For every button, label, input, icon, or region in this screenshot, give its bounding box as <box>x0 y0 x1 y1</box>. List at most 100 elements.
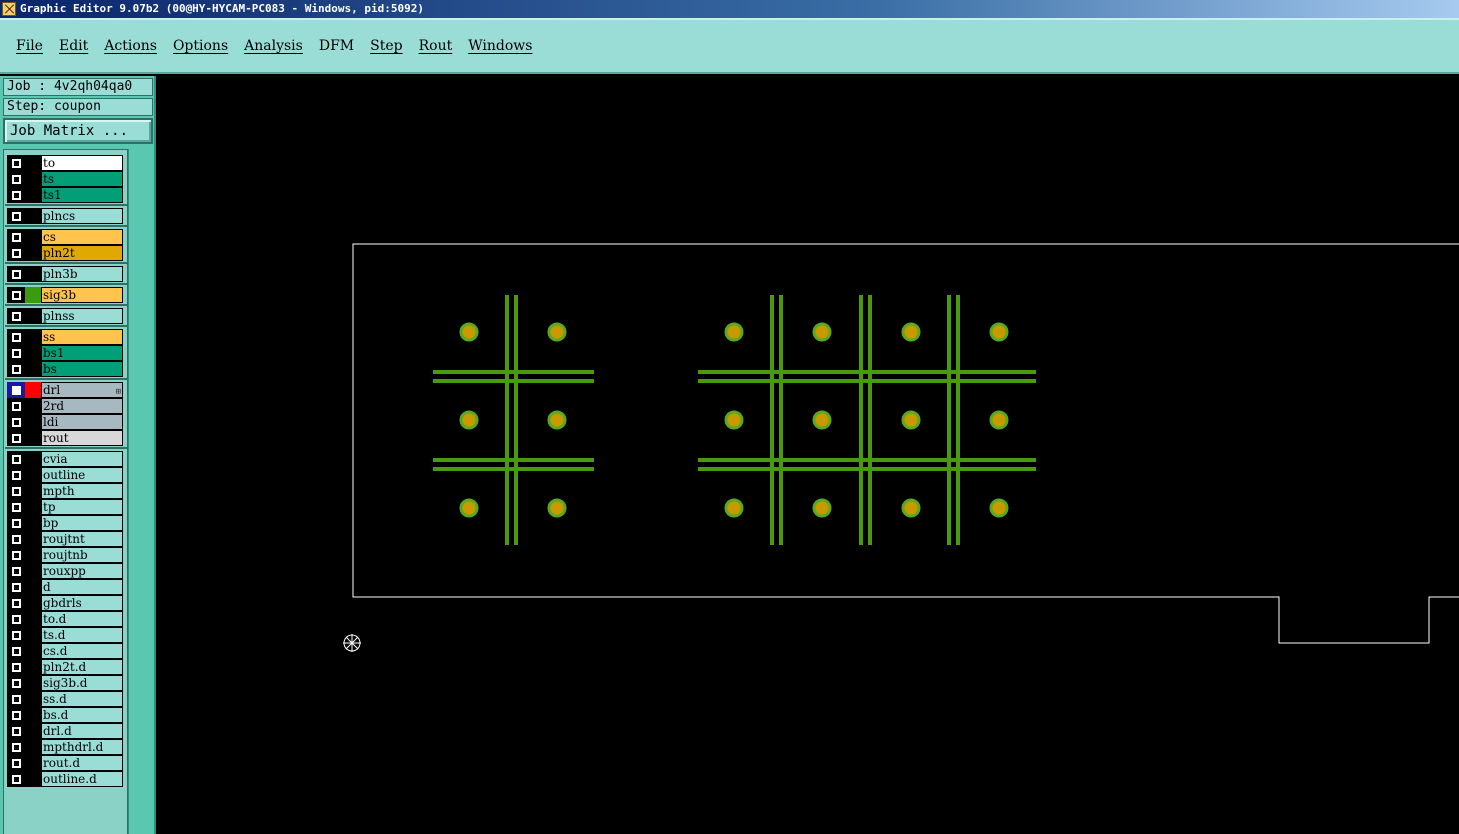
layer-row[interactable]: ss.d <box>7 691 125 707</box>
layer-display-swatch[interactable] <box>25 531 41 547</box>
layer-display-swatch[interactable] <box>25 755 41 771</box>
layer-row[interactable]: roujtnb <box>7 547 125 563</box>
layer-name[interactable]: rout.d <box>41 755 123 771</box>
layer-display-swatch[interactable] <box>25 515 41 531</box>
layer-select-checkbox[interactable] <box>7 361 25 377</box>
layer-row[interactable]: plnss <box>7 308 125 324</box>
layer-select-checkbox[interactable] <box>7 659 25 675</box>
layer-row[interactable]: ts1 <box>7 187 125 203</box>
menu-analysis[interactable]: Analysis <box>236 36 311 56</box>
layer-select-checkbox[interactable] <box>7 245 25 261</box>
layer-name[interactable]: rout <box>41 430 123 446</box>
layer-select-checkbox[interactable] <box>7 755 25 771</box>
layer-row[interactable]: drl.d <box>7 723 125 739</box>
layer-name[interactable]: outline.d <box>41 771 123 787</box>
layer-select-checkbox[interactable] <box>7 451 25 467</box>
layer-select-checkbox[interactable] <box>7 595 25 611</box>
layer-name[interactable]: ts <box>41 171 123 187</box>
layer-row[interactable]: rout <box>7 430 125 446</box>
menu-actions[interactable]: Actions <box>96 36 165 56</box>
layer-select-checkbox[interactable] <box>7 547 25 563</box>
layer-select-checkbox[interactable] <box>7 329 25 345</box>
layer-display-swatch[interactable] <box>25 287 41 303</box>
layer-select-checkbox[interactable] <box>7 287 25 303</box>
menu-edit[interactable]: Edit <box>51 36 96 56</box>
layer-row[interactable]: bs1 <box>7 345 125 361</box>
layer-row[interactable]: 2rd <box>7 398 125 414</box>
layer-display-swatch[interactable] <box>25 563 41 579</box>
layer-select-checkbox[interactable] <box>7 308 25 324</box>
layer-select-checkbox[interactable] <box>7 579 25 595</box>
layer-display-swatch[interactable] <box>25 675 41 691</box>
layer-name[interactable]: plncs <box>41 208 123 224</box>
layer-display-swatch[interactable] <box>25 595 41 611</box>
layer-display-swatch[interactable] <box>25 245 41 261</box>
layer-name[interactable]: mpthdrl.d <box>41 739 123 755</box>
layer-name[interactable]: plnss <box>41 308 123 324</box>
layer-display-swatch[interactable] <box>25 361 41 377</box>
layer-name[interactable]: roujtnb <box>41 547 123 563</box>
layer-name[interactable]: 2rd <box>41 398 123 414</box>
layer-row[interactable]: cs.d <box>7 643 125 659</box>
layer-display-swatch[interactable] <box>25 659 41 675</box>
layer-select-checkbox[interactable] <box>7 611 25 627</box>
layer-row[interactable]: mpthdrl.d <box>7 739 125 755</box>
layer-row[interactable]: outline.d <box>7 771 125 787</box>
menu-step[interactable]: Step <box>362 36 410 56</box>
menu-rout[interactable]: Rout <box>411 36 461 56</box>
layer-name[interactable]: rouxpp <box>41 563 123 579</box>
layer-name[interactable]: outline <box>41 467 123 483</box>
layer-select-checkbox[interactable] <box>7 627 25 643</box>
layer-select-checkbox[interactable] <box>7 739 25 755</box>
menu-dfm[interactable]: DFM <box>311 36 362 56</box>
layer-select-checkbox[interactable] <box>7 398 25 414</box>
layer-display-swatch[interactable] <box>25 329 41 345</box>
layer-display-swatch[interactable] <box>25 483 41 499</box>
layer-row[interactable]: ts <box>7 171 125 187</box>
menu-file[interactable]: File <box>8 36 51 56</box>
layer-select-checkbox[interactable] <box>7 483 25 499</box>
layer-row[interactable]: plncs <box>7 208 125 224</box>
layer-name[interactable]: d <box>41 579 123 595</box>
layer-display-swatch[interactable] <box>25 430 41 446</box>
layer-display-swatch[interactable] <box>25 382 41 398</box>
layer-select-checkbox[interactable] <box>7 187 25 203</box>
layer-display-swatch[interactable] <box>25 723 41 739</box>
layer-name[interactable]: pln3b <box>41 266 123 282</box>
layer-name[interactable]: sig3b <box>41 287 123 303</box>
layer-row[interactable]: rout.d <box>7 755 125 771</box>
layer-select-checkbox[interactable] <box>7 430 25 446</box>
layer-display-swatch[interactable] <box>25 499 41 515</box>
layer-name[interactable]: ts.d <box>41 627 123 643</box>
layer-select-checkbox[interactable] <box>7 229 25 245</box>
layer-row[interactable]: pln3b <box>7 266 125 282</box>
layer-list-scrollbar[interactable] <box>128 149 154 834</box>
layer-display-swatch[interactable] <box>25 739 41 755</box>
layer-row[interactable]: to <box>7 155 125 171</box>
layer-display-swatch[interactable] <box>25 579 41 595</box>
layer-row[interactable]: bs.d <box>7 707 125 723</box>
layer-name[interactable]: pln2t.d <box>41 659 123 675</box>
layer-display-swatch[interactable] <box>25 398 41 414</box>
layer-name[interactable]: bp <box>41 515 123 531</box>
layer-display-swatch[interactable] <box>25 467 41 483</box>
layer-display-swatch[interactable] <box>25 308 41 324</box>
layer-row[interactable]: pln2t <box>7 245 125 261</box>
layer-row[interactable]: d <box>7 579 125 595</box>
layer-row[interactable]: mpth <box>7 483 125 499</box>
layer-display-swatch[interactable] <box>25 345 41 361</box>
layer-display-swatch[interactable] <box>25 155 41 171</box>
layer-display-swatch[interactable] <box>25 611 41 627</box>
layer-name[interactable]: tp <box>41 499 123 515</box>
layer-display-swatch[interactable] <box>25 171 41 187</box>
layer-select-checkbox[interactable] <box>7 675 25 691</box>
layer-name[interactable]: bs <box>41 361 123 377</box>
layer-row[interactable]: ss <box>7 329 125 345</box>
layer-row[interactable]: to.d <box>7 611 125 627</box>
layer-row[interactable]: ldi <box>7 414 125 430</box>
layer-select-checkbox[interactable] <box>7 691 25 707</box>
layer-select-checkbox[interactable] <box>7 499 25 515</box>
layer-name[interactable]: bs.d <box>41 707 123 723</box>
layer-row[interactable]: rouxpp <box>7 563 125 579</box>
layer-select-checkbox[interactable] <box>7 345 25 361</box>
